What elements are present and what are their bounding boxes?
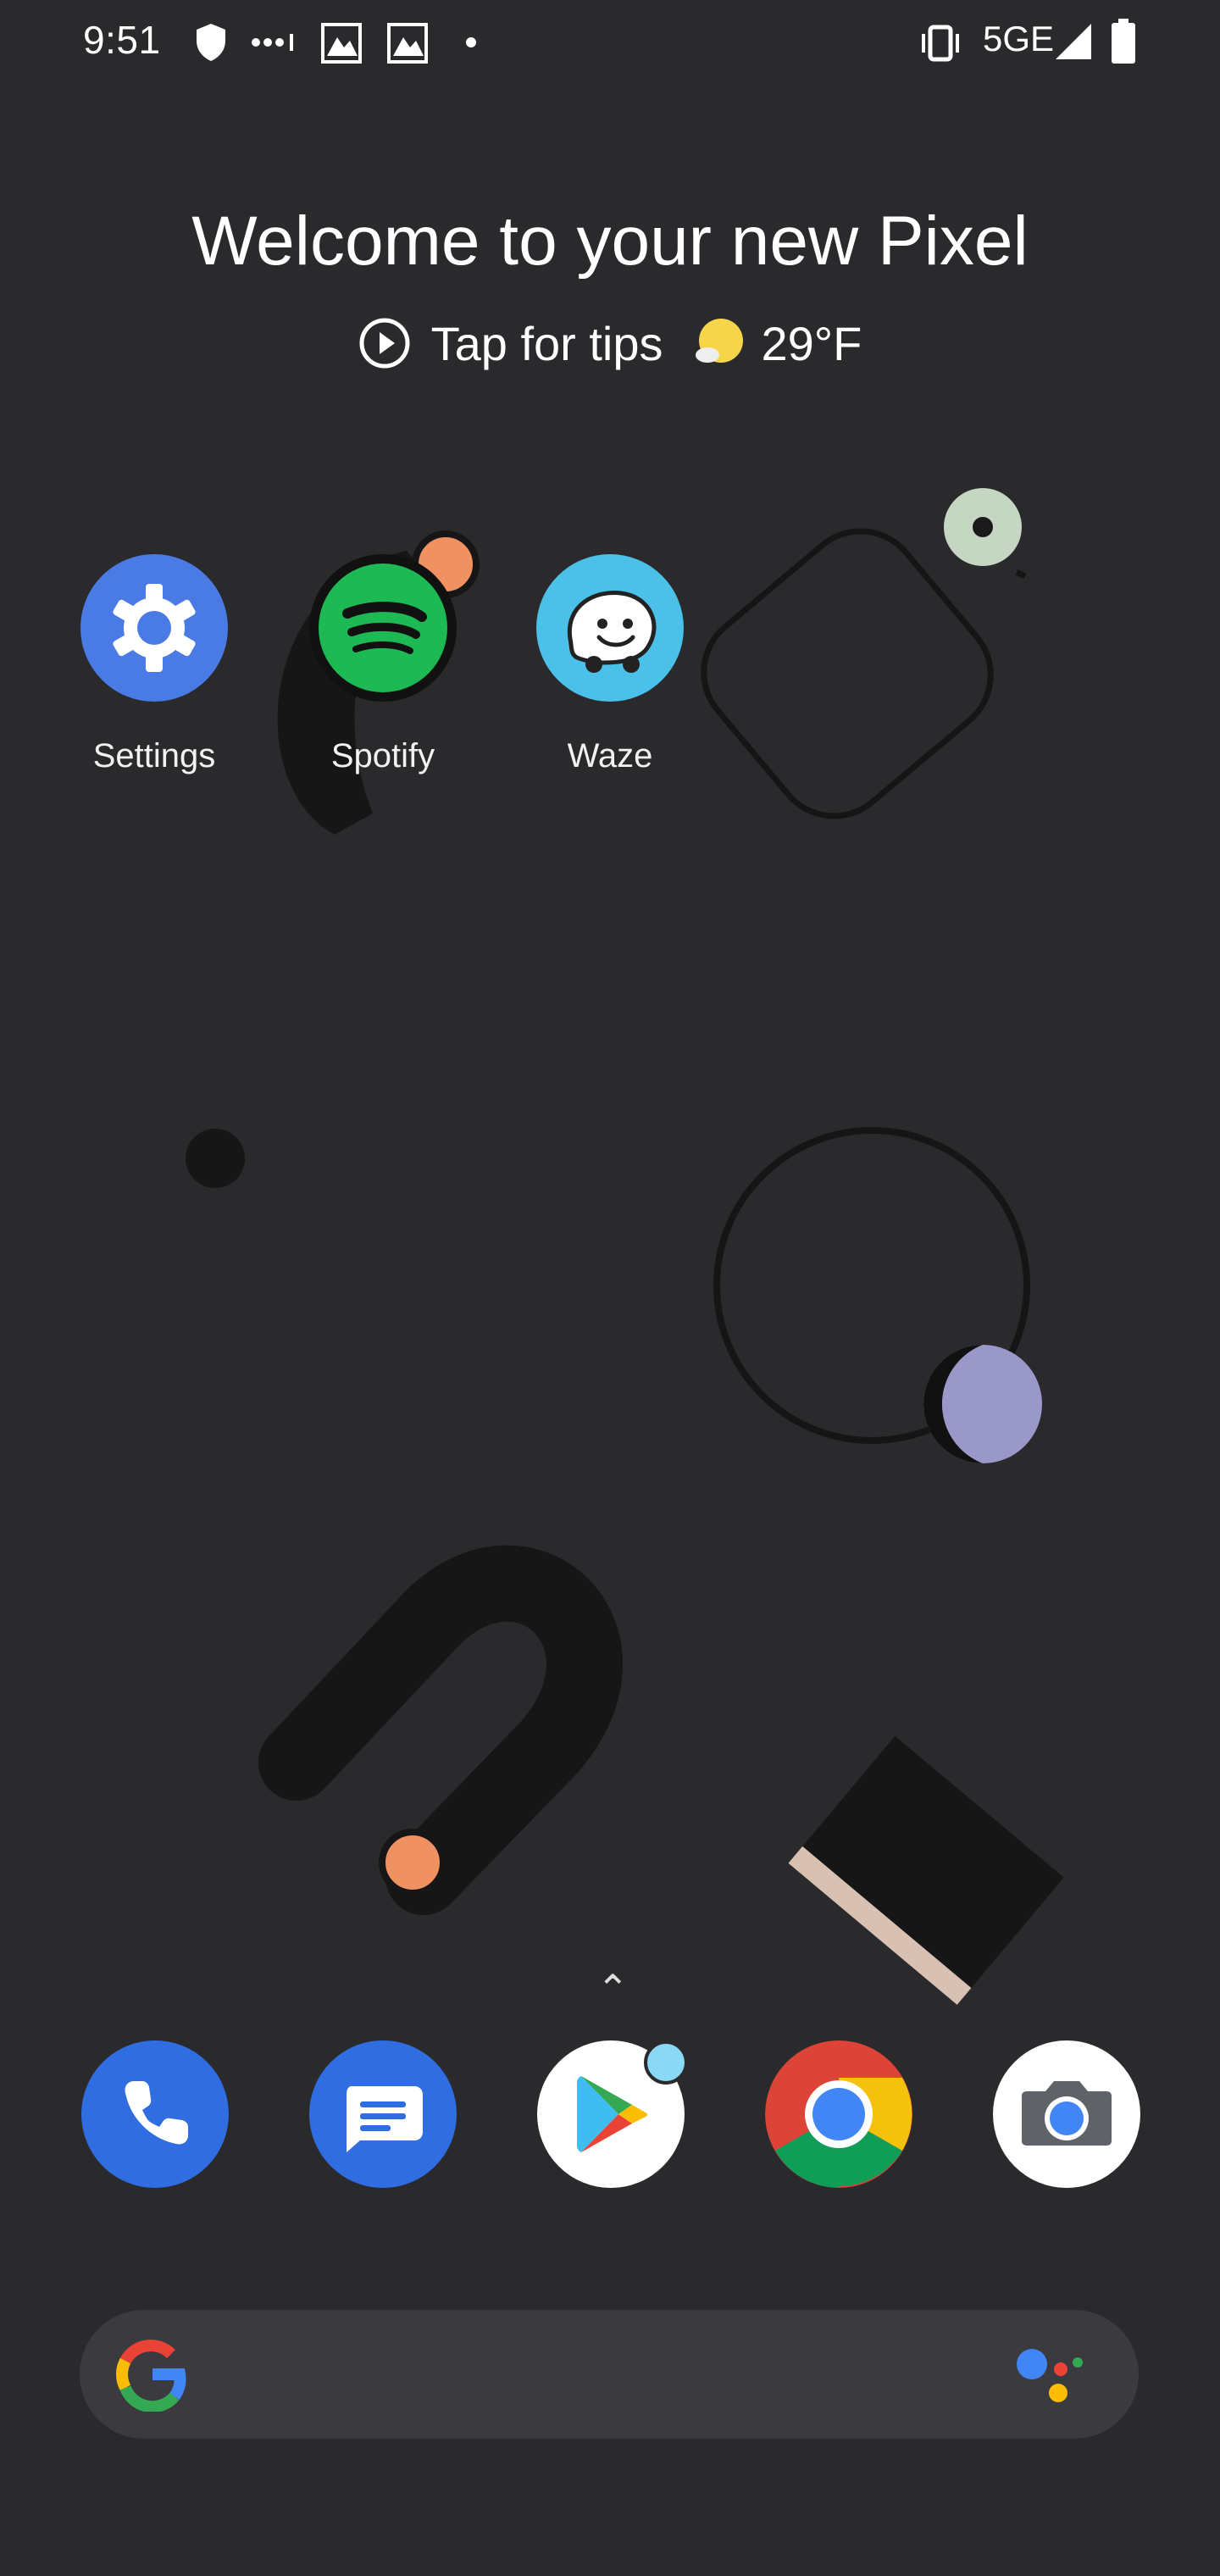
signal-icon bbox=[1056, 24, 1091, 59]
app-spotify[interactable]: Spotify bbox=[290, 554, 476, 775]
messages-icon[interactable] bbox=[309, 2040, 457, 2188]
dots-icon bbox=[252, 34, 293, 51]
app-drawer-chevron-icon[interactable]: ⌃ bbox=[596, 1966, 629, 2012]
wallpaper-black-dot bbox=[186, 1129, 245, 1188]
welcome-title: Welcome to your new Pixel bbox=[191, 203, 1029, 280]
vibrate-icon bbox=[922, 25, 959, 62]
notification-dot bbox=[644, 2040, 688, 2085]
app-label: Spotify bbox=[330, 737, 435, 774]
wallpaper-dot-orange-2 bbox=[379, 1829, 446, 1896]
waze-icon[interactable] bbox=[536, 554, 684, 702]
network-type: 5GE bbox=[983, 19, 1055, 58]
camera-icon[interactable] bbox=[993, 2040, 1140, 2188]
wallpaper-green-dot-center bbox=[973, 517, 993, 537]
weather-icon[interactable] bbox=[692, 317, 745, 369]
wallpaper-bar-black bbox=[802, 1735, 1064, 1989]
status-bar: 9:51 5GE bbox=[0, 0, 1220, 85]
wallpaper bbox=[186, 488, 1064, 2005]
spotify-icon[interactable] bbox=[309, 554, 457, 702]
play-circle-icon[interactable] bbox=[358, 317, 411, 369]
dot-icon bbox=[466, 37, 476, 47]
search-bar[interactable] bbox=[80, 2310, 1139, 2439]
assistant-icon[interactable] bbox=[1012, 2344, 1088, 2412]
battery-icon bbox=[1112, 19, 1135, 64]
shield-icon bbox=[197, 24, 225, 61]
notification-icon bbox=[387, 23, 428, 64]
notification-icon bbox=[321, 23, 362, 64]
google-g-icon[interactable] bbox=[114, 2337, 188, 2412]
status-time: 9:51 bbox=[83, 18, 161, 62]
settings-icon[interactable] bbox=[80, 554, 228, 702]
phone-icon[interactable] bbox=[81, 2040, 229, 2188]
wallpaper-line bbox=[1015, 569, 1027, 580]
smartspace-row: Tap for tips 29°F bbox=[0, 314, 1220, 373]
chrome-icon[interactable] bbox=[765, 2040, 912, 2188]
app-label: Settings bbox=[92, 737, 216, 774]
app-label: Waze bbox=[567, 737, 653, 774]
tips-link[interactable]: Tap for tips bbox=[431, 316, 663, 371]
app-waze[interactable]: Waze bbox=[517, 554, 703, 775]
temperature[interactable]: 29°F bbox=[762, 316, 862, 371]
app-settings[interactable]: Settings bbox=[61, 554, 247, 775]
play-store-icon[interactable] bbox=[537, 2040, 688, 2188]
wallpaper-hook bbox=[258, 1545, 623, 1915]
